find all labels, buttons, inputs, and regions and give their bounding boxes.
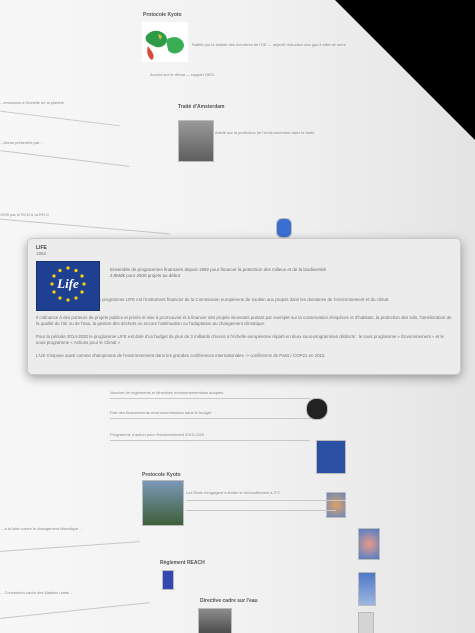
bg-title-amsterdam: Traité d'Amsterdam <box>178 104 225 110</box>
bg-lower-label-2: Règlement REACH <box>160 560 205 566</box>
crowd-photo-thumbnail <box>142 480 184 526</box>
card-summary: Ensemble de programmes financiers depuis… <box>110 267 326 311</box>
bg-title-kyoto: Protocole Kyoto <box>143 12 182 18</box>
bg-lower-label-1: Protocole Kyoto <box>142 472 181 478</box>
card-paragraph-3: Pour la période 2014-2020 le programme L… <box>36 334 444 345</box>
bg-left-snippet-2: ...climat présentés par... <box>0 140 43 145</box>
bg-line <box>110 440 310 441</box>
doc-thumbnail <box>358 612 374 633</box>
bg-text-3: Article sur la protection de l'environne… <box>215 130 315 135</box>
bg-line <box>186 500 346 501</box>
bg-text-5: Part des financements environnementaux d… <box>110 410 212 415</box>
bg-text-2: Accord sur le climat — rapport GIEC <box>150 72 215 77</box>
bg-line <box>186 510 336 511</box>
bg-text-7: Les États s'engagent à limiter le réchau… <box>186 490 281 495</box>
life-logo-text: Life <box>56 276 79 291</box>
screen-stage: Protocole Kyoto Ratifié par la totalité … <box>0 0 475 633</box>
bg-mid-label-1: 1999 par le RCN & la RFLC <box>0 212 50 217</box>
globe-thumbnail <box>276 218 292 238</box>
card-paragraph-4: L'UE s'impose aussi comme championne de … <box>36 353 326 358</box>
map-thumbnail <box>358 528 380 560</box>
building-photo-thumbnail <box>198 608 232 633</box>
eu-flag-thumbnail <box>316 440 346 474</box>
bg-text-8: ... à la lutte contre le changement clim… <box>0 526 83 531</box>
world-map-thumbnail <box>142 22 188 62</box>
logo-thumbnail <box>306 398 328 420</box>
small-flag-thumbnail <box>162 570 174 590</box>
bg-line <box>110 418 310 419</box>
life-detail-card[interactable]: LIFE 1992 Life Ensemble de programmes fi… <box>27 238 461 375</box>
eu-life-logo: Life <box>36 261 100 311</box>
bg-text-9: ... Convention-cadre des Nations unies .… <box>0 590 74 595</box>
chart-thumbnail <box>326 492 346 518</box>
bg-left-snippet-1: ...emissions à l'échelle de la planète <box>0 100 64 105</box>
bg-text-6: Programme d'action pour l'environnement … <box>110 432 205 437</box>
card-year: 1992 <box>36 251 47 256</box>
map-thumbnail-2 <box>358 572 376 606</box>
eu-stars-icon: Life <box>50 266 86 302</box>
bg-text-1: Ratifié par la totalité des membres de l… <box>192 42 347 47</box>
card-paragraph-2: Il cofinance à des porteurs de projets p… <box>36 315 452 326</box>
photo-thumbnail <box>178 120 214 162</box>
bg-text-4: Nombre de règlements et directives envir… <box>110 390 224 395</box>
bg-lower-label-3: Directive cadre sur l'eau <box>200 598 258 604</box>
summary-line-2: 3,9Md€ pour 2500 projets au début <box>110 273 181 278</box>
bg-line <box>110 398 310 399</box>
